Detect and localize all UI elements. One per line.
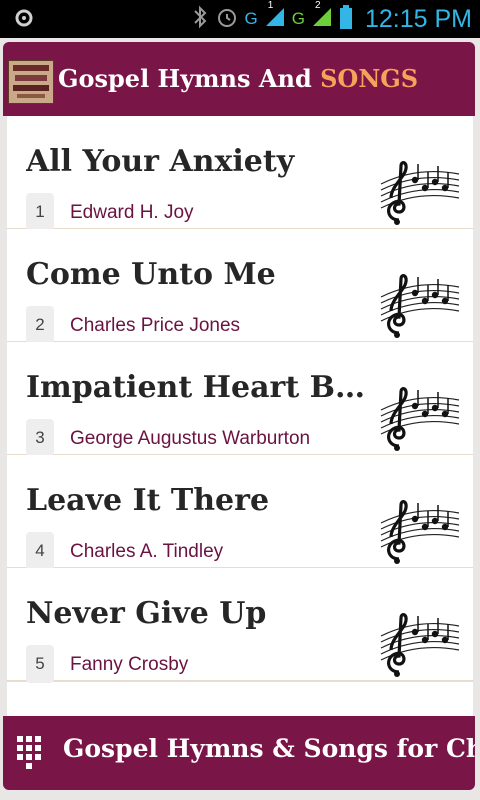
song-author: Edward H. Joy bbox=[70, 202, 194, 223]
bottom-bar[interactable]: Gospel Hymns & Songs for Chu bbox=[3, 716, 475, 790]
app-header: Gospel Hymns And SONGS bbox=[3, 42, 475, 116]
list-item[interactable]: Come Unto Me 2 Charles Price Jones bbox=[7, 229, 473, 346]
bluetooth-icon bbox=[191, 4, 209, 35]
grid-menu-icon[interactable] bbox=[17, 736, 49, 779]
song-number-badge: 4 bbox=[26, 532, 54, 570]
song-author: Fanny Crosby bbox=[70, 654, 189, 675]
song-author: Charles Price Jones bbox=[70, 315, 241, 336]
song-title: Never Give Up bbox=[26, 596, 267, 631]
song-number-badge: 5 bbox=[26, 645, 54, 683]
clock: 12:15 PM bbox=[364, 4, 472, 33]
song-number-badge: 2 bbox=[26, 306, 54, 344]
notification-icon bbox=[14, 8, 36, 35]
song-number-badge: 1 bbox=[26, 193, 54, 231]
list-item[interactable]: Never Give Up 5 Fanny Crosby bbox=[7, 568, 473, 685]
signal-1-icon: 1 bbox=[264, 0, 286, 33]
alarm-icon bbox=[215, 5, 239, 34]
app-title-main: Gospel Hymns And bbox=[58, 64, 312, 93]
song-title: Leave It There bbox=[26, 483, 270, 518]
list-item[interactable]: Impatient Heart Be Still 3 George August… bbox=[7, 342, 473, 459]
song-title: All Your Anxiety bbox=[26, 144, 295, 179]
song-list: All Your Anxiety 1 Edward H. Joy Come Un… bbox=[7, 116, 473, 716]
song-author: George Augustus Warburton bbox=[70, 428, 311, 449]
battery-icon bbox=[339, 4, 353, 35]
signal-2-icon: 2 bbox=[311, 0, 333, 33]
status-bar: G 1 G 2 12:15 PM bbox=[0, 0, 480, 38]
network-type-1: G bbox=[244, 9, 258, 28]
song-author: Charles A. Tindley bbox=[70, 541, 224, 562]
music-note-icon bbox=[377, 158, 461, 233]
network-type-2: G bbox=[291, 9, 305, 28]
app-title-accent: SONGS bbox=[320, 64, 419, 93]
music-note-icon bbox=[377, 497, 461, 572]
song-number-badge: 3 bbox=[26, 419, 54, 457]
list-item[interactable]: All Your Anxiety 1 Edward H. Joy bbox=[7, 116, 473, 233]
sim-1-label: 1 bbox=[267, 0, 274, 11]
app-logo[interactable] bbox=[8, 60, 54, 104]
footer-title: Gospel Hymns & Songs for Chu bbox=[63, 734, 475, 763]
music-note-icon bbox=[377, 610, 461, 685]
music-note-icon bbox=[377, 384, 461, 459]
song-title: Come Unto Me bbox=[26, 257, 276, 292]
app-title: Gospel Hymns And SONGS bbox=[58, 64, 418, 93]
sim-2-label: 2 bbox=[314, 0, 321, 11]
music-note-icon bbox=[377, 271, 461, 346]
song-title: Impatient Heart Be Still bbox=[26, 370, 366, 405]
list-item[interactable]: Leave It There 4 Charles A. Tindley bbox=[7, 455, 473, 572]
